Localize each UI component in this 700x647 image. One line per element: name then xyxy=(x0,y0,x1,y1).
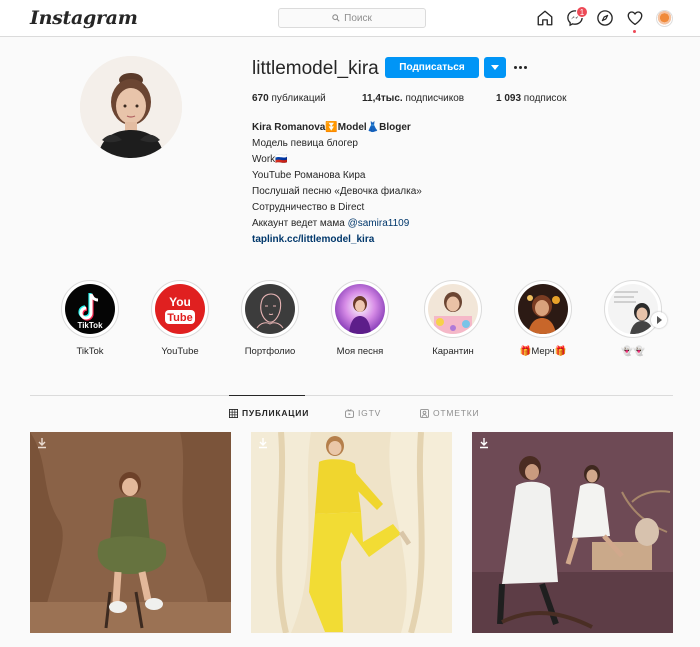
highlight-label: Моя песня xyxy=(336,346,384,357)
chevron-right-icon xyxy=(657,316,662,324)
more-options-button[interactable] xyxy=(512,57,528,78)
activity-indicator-dot xyxy=(633,30,636,33)
bio-line: Work🇷🇺 xyxy=(252,154,288,165)
tiktok-logo-icon: TikTok xyxy=(65,284,115,334)
profile-bio: Kira Romanova⏬Model👗Bloger Модель певица… xyxy=(252,120,512,248)
svg-text:Tube: Tube xyxy=(167,312,192,324)
bio-external-link[interactable]: taplink.cc/littlemodel_kira xyxy=(252,232,512,248)
post-thumbnail[interactable] xyxy=(251,432,452,633)
chevron-down-icon xyxy=(491,65,499,70)
tab-posts[interactable]: ПУБЛИКАЦИИ xyxy=(229,408,309,418)
highlight-youtube[interactable]: You Tube YouTube xyxy=(143,280,217,357)
followers-count[interactable]: 11,4тыс. подписчиков xyxy=(362,93,464,104)
my-song-cover-image xyxy=(335,284,385,334)
svg-text:You: You xyxy=(169,295,191,309)
bio-mention-link[interactable]: @samira1109 xyxy=(348,218,410,229)
notification-badge: 1 xyxy=(576,6,588,18)
profile-username: littlemodel_kira xyxy=(252,58,379,79)
highlight-label: Портфолио xyxy=(244,346,296,357)
search-icon xyxy=(332,14,340,22)
highlight-label: 🎁Мерч🎁 xyxy=(519,346,567,357)
highlight-merch[interactable]: 🎁Мерч🎁 xyxy=(506,280,580,357)
top-navigation-bar: Instagram Поиск 1 xyxy=(0,0,700,37)
youtube-logo-icon: You Tube xyxy=(155,284,205,334)
highlight-portfolio[interactable]: Портфолио xyxy=(233,280,307,357)
tagged-person-icon xyxy=(420,408,429,418)
svg-text:TikTok: TikTok xyxy=(77,321,103,330)
home-icon[interactable] xyxy=(536,9,554,27)
search-input[interactable]: Поиск xyxy=(278,8,426,28)
search-placeholder: Поиск xyxy=(344,12,372,24)
tab-igtv[interactable]: IGTV xyxy=(345,408,381,418)
highlight-label: YouTube xyxy=(161,346,199,357)
tab-label: ПУБЛИКАЦИИ xyxy=(242,408,310,418)
ghosts-cover-image xyxy=(608,284,658,334)
post-image-girl-yellow-suit xyxy=(251,432,452,633)
bio-full-name: Kira Romanova⏬Model👗Bloger xyxy=(252,122,411,133)
posts-count: 670 публикаций xyxy=(252,93,326,104)
post-image-girl-olive-dress xyxy=(30,432,231,633)
follow-button[interactable]: Подписаться xyxy=(385,57,479,78)
tabs-divider xyxy=(30,395,673,396)
bio-line: Сотрудничество в Direct xyxy=(252,202,365,213)
bio-line: YouTube Романова Кира xyxy=(252,170,366,181)
activity-heart-icon[interactable] xyxy=(626,9,644,27)
grid-icon xyxy=(229,408,238,418)
suggested-accounts-dropdown-button[interactable] xyxy=(484,57,506,78)
pinned-post-icon xyxy=(478,437,490,449)
active-tab-indicator xyxy=(229,395,305,396)
pinned-post-icon xyxy=(36,437,48,449)
bio-line: Аккаунт ведет мама @samira1109 xyxy=(252,218,410,229)
profile-picture[interactable] xyxy=(80,56,182,158)
tab-label: ОТМЕТКИ xyxy=(433,408,480,418)
highlights-next-arrow[interactable] xyxy=(651,312,667,328)
highlight-my-song[interactable]: Моя песня xyxy=(323,280,397,357)
bio-line: Послушай песню «Девочка фиалка» xyxy=(252,186,422,197)
tab-label: IGTV xyxy=(358,408,382,418)
quarantine-cover-image xyxy=(428,284,478,334)
highlight-tiktok[interactable]: TikTok TikTok xyxy=(53,280,127,357)
post-thumbnail[interactable] xyxy=(30,432,231,633)
portfolio-sketch-image xyxy=(245,284,295,334)
highlight-quarantine[interactable]: Карантин xyxy=(416,280,490,357)
tab-tagged[interactable]: ОТМЕТКИ xyxy=(420,408,479,418)
following-count[interactable]: 1 093 подписок xyxy=(496,93,566,104)
explore-compass-icon[interactable] xyxy=(596,9,614,27)
instagram-logo[interactable]: Instagram xyxy=(30,7,138,29)
highlight-label: TikTok xyxy=(76,346,104,357)
igtv-icon xyxy=(345,408,354,418)
profile-avatar-button[interactable] xyxy=(656,10,673,27)
post-thumbnail[interactable] xyxy=(472,432,673,633)
merch-cover-image xyxy=(518,284,568,334)
highlight-label: 👻👻 xyxy=(621,346,645,357)
post-image-mother-daughter-white-dresses xyxy=(472,432,673,633)
pinned-post-icon xyxy=(257,437,269,449)
bio-line: Модель певица блогер xyxy=(252,138,358,149)
highlight-label: Карантин xyxy=(432,346,474,357)
